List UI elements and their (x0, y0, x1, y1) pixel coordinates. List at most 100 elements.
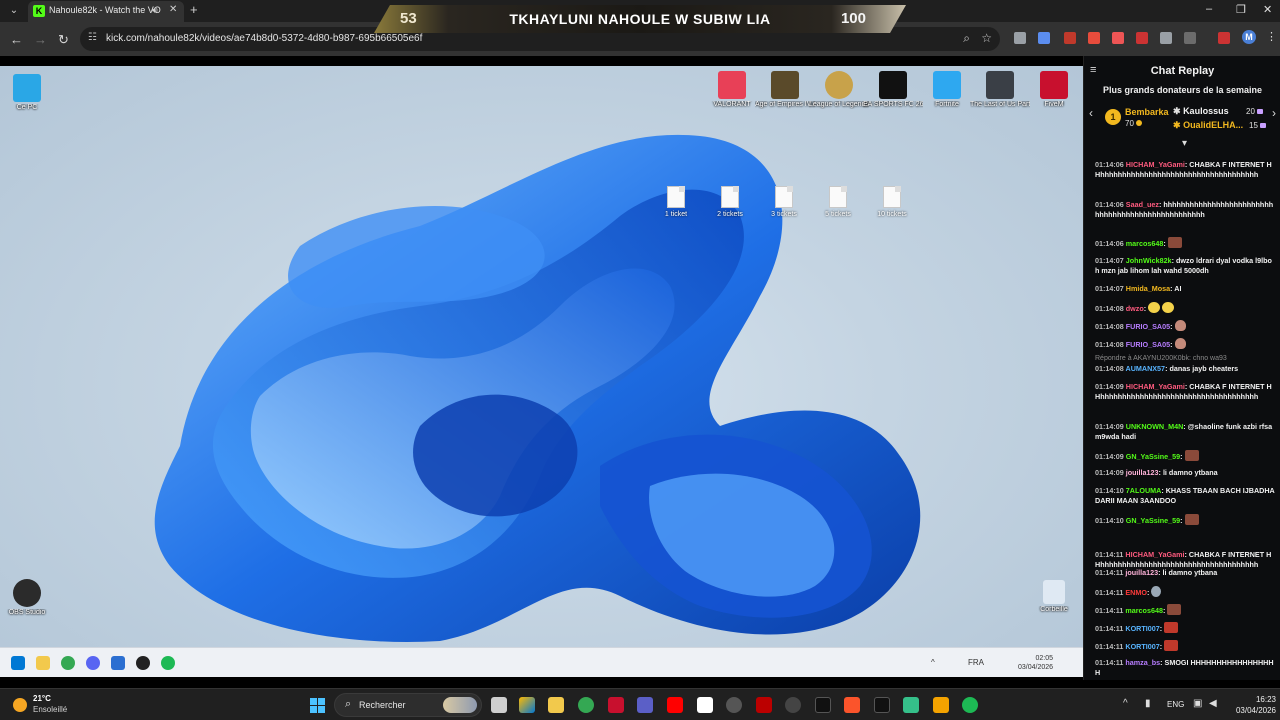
desktop-icon-recycle-bin[interactable]: Corbeille (1024, 580, 1083, 614)
desktop-icon-fortnite[interactable]: Fortnite (917, 71, 977, 109)
chat-username[interactable]: 7ALOUMA (1126, 486, 1162, 495)
extension-icon[interactable] (1038, 32, 1050, 44)
host-lang[interactable]: ENG (1167, 700, 1184, 709)
extension-icon[interactable] (1088, 32, 1100, 44)
chat-username[interactable]: FURIO_SA05 (1126, 322, 1170, 331)
desktop-file-1-ticket[interactable]: 1 ticket (651, 186, 701, 218)
chat-username[interactable]: marcos648 (1125, 606, 1163, 615)
chrome-icon[interactable] (578, 697, 594, 713)
weather-desc[interactable]: Ensoleillé (33, 705, 67, 714)
zoom-icon[interactable]: ⌕ (963, 31, 970, 46)
fn-icon[interactable] (697, 697, 713, 713)
minimize-icon[interactable]: – (1206, 3, 1212, 15)
chat-username[interactable]: marcos648 (1126, 239, 1164, 248)
chat-username[interactable]: Hmida_Mosa (1126, 284, 1170, 293)
extension-icon[interactable] (1014, 32, 1026, 44)
file-explorer-icon[interactable] (548, 697, 564, 713)
app-icon[interactable] (903, 697, 919, 713)
extension-icon[interactable] (1112, 32, 1124, 44)
youtube-icon[interactable] (667, 697, 683, 713)
tab-search-chevron-icon[interactable]: ⌄ (6, 3, 22, 19)
chat-header: ≡ Chat Replay (1084, 60, 1280, 80)
forward-icon[interactable]: → (34, 32, 47, 47)
chat-username[interactable]: dwzo (1126, 304, 1144, 313)
volume-icon[interactable]: ◀ (1209, 698, 1217, 709)
close-window-icon[interactable]: ✕ (1263, 3, 1272, 16)
sun-icon[interactable] (13, 698, 27, 712)
desktop-icon-fivem[interactable]: FiveM (1024, 71, 1083, 109)
extension-icon[interactable] (1136, 32, 1148, 44)
obs-icon[interactable] (785, 697, 801, 713)
teams-icon[interactable] (637, 697, 653, 713)
tiktok-icon[interactable] (874, 697, 890, 713)
desktop-icon-valorant[interactable]: VALORANT (702, 71, 762, 109)
reload-icon[interactable]: ↻ (58, 32, 69, 48)
chat-username[interactable]: HICHAM_YaGami (1125, 550, 1184, 559)
video-player-desktop[interactable]: Ce PC OBS Studio VALORANT Age of Empires… (0, 66, 1083, 647)
chat-username[interactable]: GN_YaSsine_59 (1126, 516, 1180, 525)
network-icon[interactable]: ▣ (1193, 698, 1202, 709)
spotify-icon[interactable] (962, 697, 978, 713)
desktop-file-5-tickets[interactable]: 5 tickets (813, 186, 863, 218)
new-tab-button[interactable]: + (190, 2, 198, 17)
xm-icon[interactable] (815, 697, 831, 713)
microphone-icon[interactable]: ▮ (1145, 698, 1151, 709)
profile-avatar[interactable]: M (1242, 30, 1256, 44)
chat-username[interactable]: AUMANX57 (1126, 364, 1166, 373)
chat-username[interactable]: KORTI007 (1125, 642, 1159, 651)
app-icon[interactable] (933, 697, 949, 713)
desktop-file-10-tickets[interactable]: 10 tickets (867, 186, 917, 218)
chat-username[interactable]: ENMO (1125, 588, 1147, 597)
extensions-puzzle-icon[interactable] (1184, 32, 1196, 44)
desktop-icon-league-of-legends[interactable]: League of Legends (809, 71, 869, 109)
tab-audio-icon[interactable]: 🔊︎ (152, 5, 158, 16)
weather-temp[interactable]: 21°C (33, 694, 51, 703)
chat-username[interactable]: JohnWick82k (1126, 256, 1172, 265)
donors-prev-icon[interactable]: ‹ (1089, 106, 1093, 120)
chat-username[interactable]: Saad_uez (1126, 200, 1159, 209)
chat-username[interactable]: jouilla123 (1125, 568, 1158, 577)
fivem-icon[interactable] (608, 697, 624, 713)
browser-menu-icon[interactable]: ⋮ (1266, 30, 1277, 43)
chat-message: 01:14:10 GN_YaSsine_59: (1095, 514, 1275, 526)
browser-tab[interactable]: K Nahoule82k - Watch the VOD 🔊︎ ✕ (28, 1, 184, 22)
chat-username[interactable]: GN_YaSsine_59 (1126, 452, 1180, 461)
desktop-file-2-tickets[interactable]: 2 tickets (705, 186, 755, 218)
chat-username[interactable]: hamza_bs (1125, 658, 1160, 667)
desktop-icon-this-pc[interactable]: Ce PC (0, 74, 57, 112)
extension-icon[interactable] (1218, 32, 1230, 44)
site-info-icon[interactable]: ☷ (88, 32, 100, 44)
brave-icon[interactable] (844, 697, 860, 713)
chat-username[interactable]: FURIO_SA05 (1126, 340, 1170, 349)
red-app-icon[interactable] (756, 697, 772, 713)
chat-username[interactable]: HICHAM_YaGami (1126, 160, 1185, 169)
chat-message: 01:14:06 marcos648: (1095, 237, 1275, 249)
extension-icon[interactable] (1064, 32, 1076, 44)
chat-username[interactable]: jouilla123 (1126, 468, 1159, 477)
donors-next-icon[interactable]: › (1272, 106, 1276, 120)
desktop-icon-last-of-us[interactable]: The Last of Us Part II Remaste... (970, 71, 1030, 109)
back-icon[interactable]: ← (10, 32, 23, 47)
chat-username[interactable]: UNKNOWN_M4N (1126, 422, 1184, 431)
steam-icon[interactable] (726, 697, 742, 713)
chat-username[interactable]: KORTI007 (1125, 624, 1159, 633)
windows-start-button[interactable] (310, 698, 325, 713)
chat-username[interactable]: HICHAM_YaGami (1126, 382, 1185, 391)
obs-icon (13, 579, 41, 607)
extension-icon[interactable] (1160, 32, 1172, 44)
bookmark-star-icon[interactable]: ☆ (981, 31, 992, 45)
maximize-icon[interactable]: ❐ (1236, 3, 1246, 16)
desktop-file-3-tickets[interactable]: 3 tickets (759, 186, 809, 218)
tray-overflow-icon[interactable]: ^ (1123, 698, 1128, 709)
copilot-icon[interactable] (519, 697, 535, 713)
taskbar-search[interactable]: ⌕ Rechercher (334, 693, 482, 717)
tab-close-icon[interactable]: ✕ (169, 4, 177, 15)
desktop-icon-age-of-empires[interactable]: Age of Empires IV Anniversa... (755, 71, 815, 109)
desktop-icon-obs-studio[interactable]: OBS Studio (0, 579, 57, 617)
chat-timestamp: 01:14:08 (1095, 304, 1124, 313)
desktop-icon-ea-fc[interactable]: EA SPORTS FC 26 (863, 71, 923, 109)
fortnite-icon (933, 71, 961, 99)
host-clock[interactable]: 16:23 03/04/2026 (1226, 694, 1276, 716)
chat-timestamp: 01:14:11 (1095, 588, 1124, 597)
task-view-icon[interactable] (491, 697, 507, 713)
